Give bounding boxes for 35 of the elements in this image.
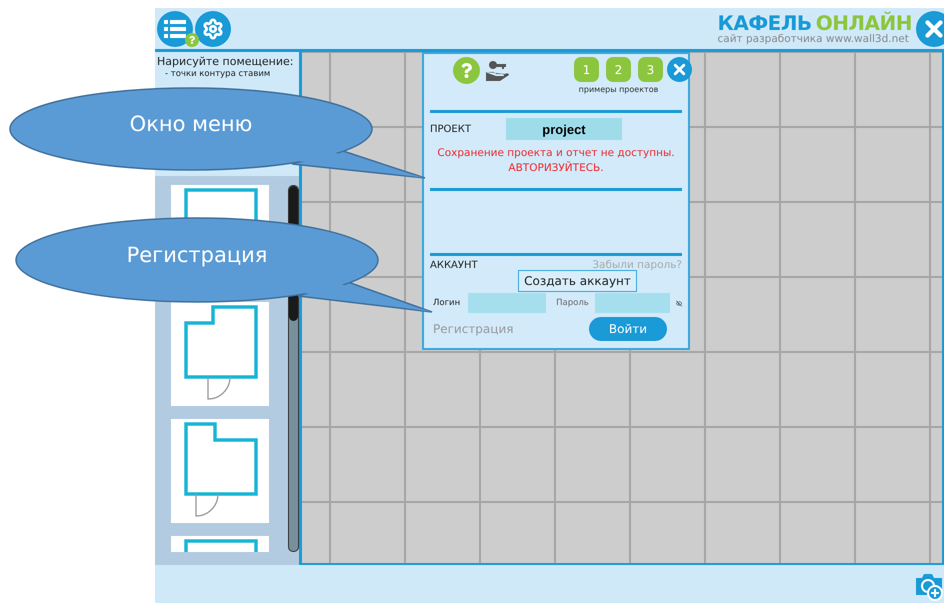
account-label: АККАУНТ: [430, 260, 478, 270]
login-button[interactable]: Войти: [589, 317, 667, 341]
callout-text: Окно меню: [130, 112, 252, 136]
examples-label: примеры проектов: [578, 85, 658, 94]
project-name-field[interactable]: project: [506, 118, 622, 140]
close-button[interactable]: [667, 57, 692, 82]
warning-text: АВТОРИЗУЙТЕСЬ.: [508, 161, 604, 176]
tooltip: Создать аккаунт: [518, 270, 637, 292]
password-field[interactable]: [594, 293, 670, 313]
list-menu-button[interactable]: [157, 10, 193, 46]
logo-text: ОНЛАЙН: [816, 12, 912, 34]
example-project-button[interactable]: 3: [638, 57, 663, 82]
logo-text: КАФЕЛЬ: [718, 12, 812, 34]
logo-subtitle: сайт разработчика www.wall3d.net: [718, 34, 909, 45]
instruction-text: Нарисуйте помещение:: [157, 56, 294, 68]
warning-text: Сохранение проекта и отчет не доступны.: [437, 146, 675, 161]
hand-key-icon[interactable]: [484, 60, 510, 82]
template-card[interactable]: [171, 419, 270, 523]
help-icon: [459, 63, 474, 78]
settings-button[interactable]: [195, 10, 231, 46]
password-label: Пароль: [556, 298, 589, 308]
project-label: ПРОЕКТ: [430, 124, 471, 134]
close-button[interactable]: [916, 10, 944, 46]
instruction-text: - точки контура ставим: [164, 68, 272, 80]
template-card[interactable]: [171, 302, 270, 406]
register-link[interactable]: Регистрация: [433, 322, 514, 336]
login-field[interactable]: [468, 293, 546, 313]
close-icon: [671, 61, 688, 78]
callout-text: Регистрация: [126, 243, 268, 267]
forgot-password-link[interactable]: Забыли пароль?: [592, 259, 682, 271]
login-label: Логин: [433, 298, 460, 308]
settings-icon: [202, 18, 224, 40]
example-project-button[interactable]: 1: [574, 57, 599, 82]
list-icon: [164, 20, 186, 38]
example-project-button[interactable]: 2: [606, 57, 631, 82]
